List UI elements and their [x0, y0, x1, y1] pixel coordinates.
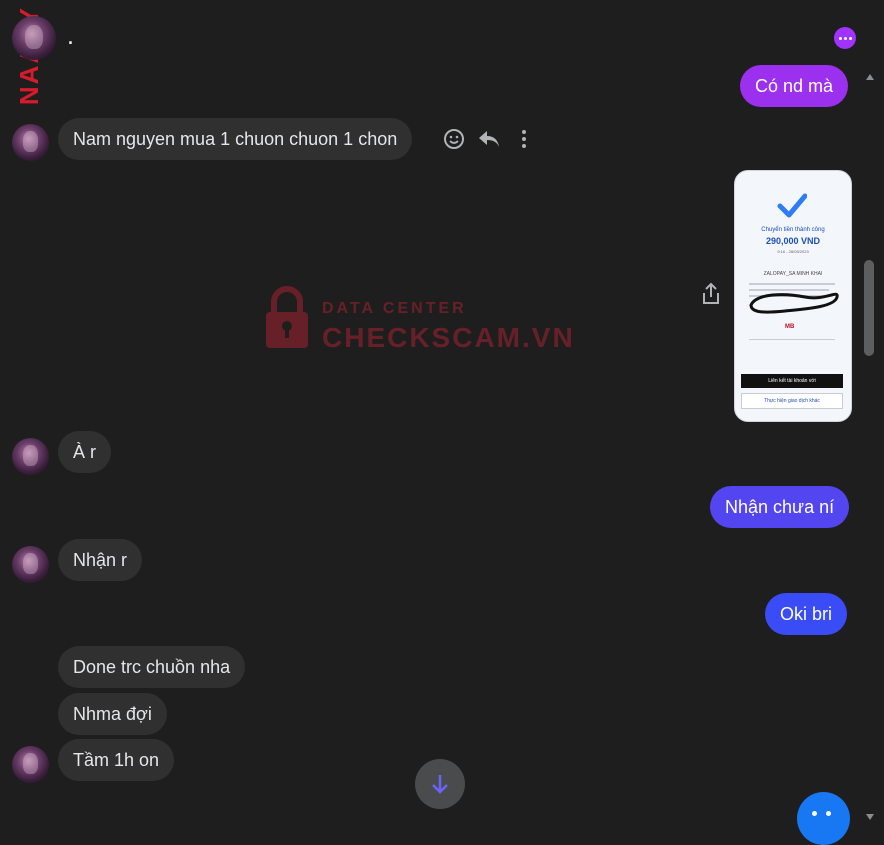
sender-avatar[interactable]: [12, 124, 49, 161]
transfer-time: 9:16 - 28/05/2023: [777, 249, 809, 254]
message-outgoing[interactable]: Oki bri: [765, 593, 848, 635]
sender-avatar[interactable]: [12, 438, 49, 475]
more-options-icon[interactable]: [834, 27, 856, 49]
scribble-mark: [749, 292, 839, 314]
vertical-dots-icon[interactable]: [519, 129, 529, 149]
watermark-small-text: DATA CENTER: [322, 300, 467, 317]
message-incoming[interactable]: Nam nguyen mua 1 chuon chuon 1 chon: [58, 118, 413, 160]
watermark-big-text: CHECKSCAM.VN: [322, 322, 575, 353]
smiley-icon[interactable]: [443, 128, 465, 150]
link-account-banner: Liên kết tài khoản với: [741, 374, 843, 388]
scroll-up-arrow[interactable]: [866, 74, 874, 80]
recipient-name: ZALOPAY_SA MINH KHAI: [763, 271, 823, 277]
message-incoming[interactable]: Nhận r: [58, 539, 143, 581]
sender-avatar[interactable]: [12, 546, 49, 583]
chat-header: NAAVY .: [0, 0, 884, 105]
message-incoming[interactable]: Nhma đợi: [58, 693, 167, 735]
message-incoming[interactable]: Tầm 1h on: [58, 739, 175, 781]
emoji-icon[interactable]: [797, 792, 850, 845]
checkmark-icon: [777, 193, 807, 218]
share-icon[interactable]: [700, 282, 722, 306]
sender-avatar[interactable]: [12, 746, 49, 783]
message-outgoing[interactable]: Nhận chưa ní: [710, 486, 850, 528]
watermark: DATA CENTER CHECKSCAM.VN: [262, 284, 573, 354]
scrollbar-thumb[interactable]: [864, 260, 874, 356]
message-incoming[interactable]: Done trc chuồn nha: [58, 646, 246, 688]
divider: [749, 339, 835, 340]
message-incoming[interactable]: À r: [58, 431, 112, 473]
payment-screenshot-image[interactable]: Chuyển tiền thành công 290,000 VND 9:16 …: [734, 170, 852, 422]
bank-logo: MB: [785, 324, 795, 330]
reply-icon[interactable]: [477, 128, 501, 150]
contact-name[interactable]: .: [68, 28, 73, 49]
transfer-amount: 290,000 VND: [765, 236, 821, 246]
lock-icon: [266, 286, 308, 348]
transfer-status: Chuyển tiền thành công: [761, 227, 825, 233]
scroll-down-arrow[interactable]: [866, 814, 874, 820]
arrow-down-icon[interactable]: [415, 759, 465, 809]
new-transaction-button: Thực hiện giao dịch khác: [741, 393, 843, 409]
contact-avatar[interactable]: [12, 16, 56, 60]
message-outgoing[interactable]: Có nd mà: [740, 65, 849, 107]
